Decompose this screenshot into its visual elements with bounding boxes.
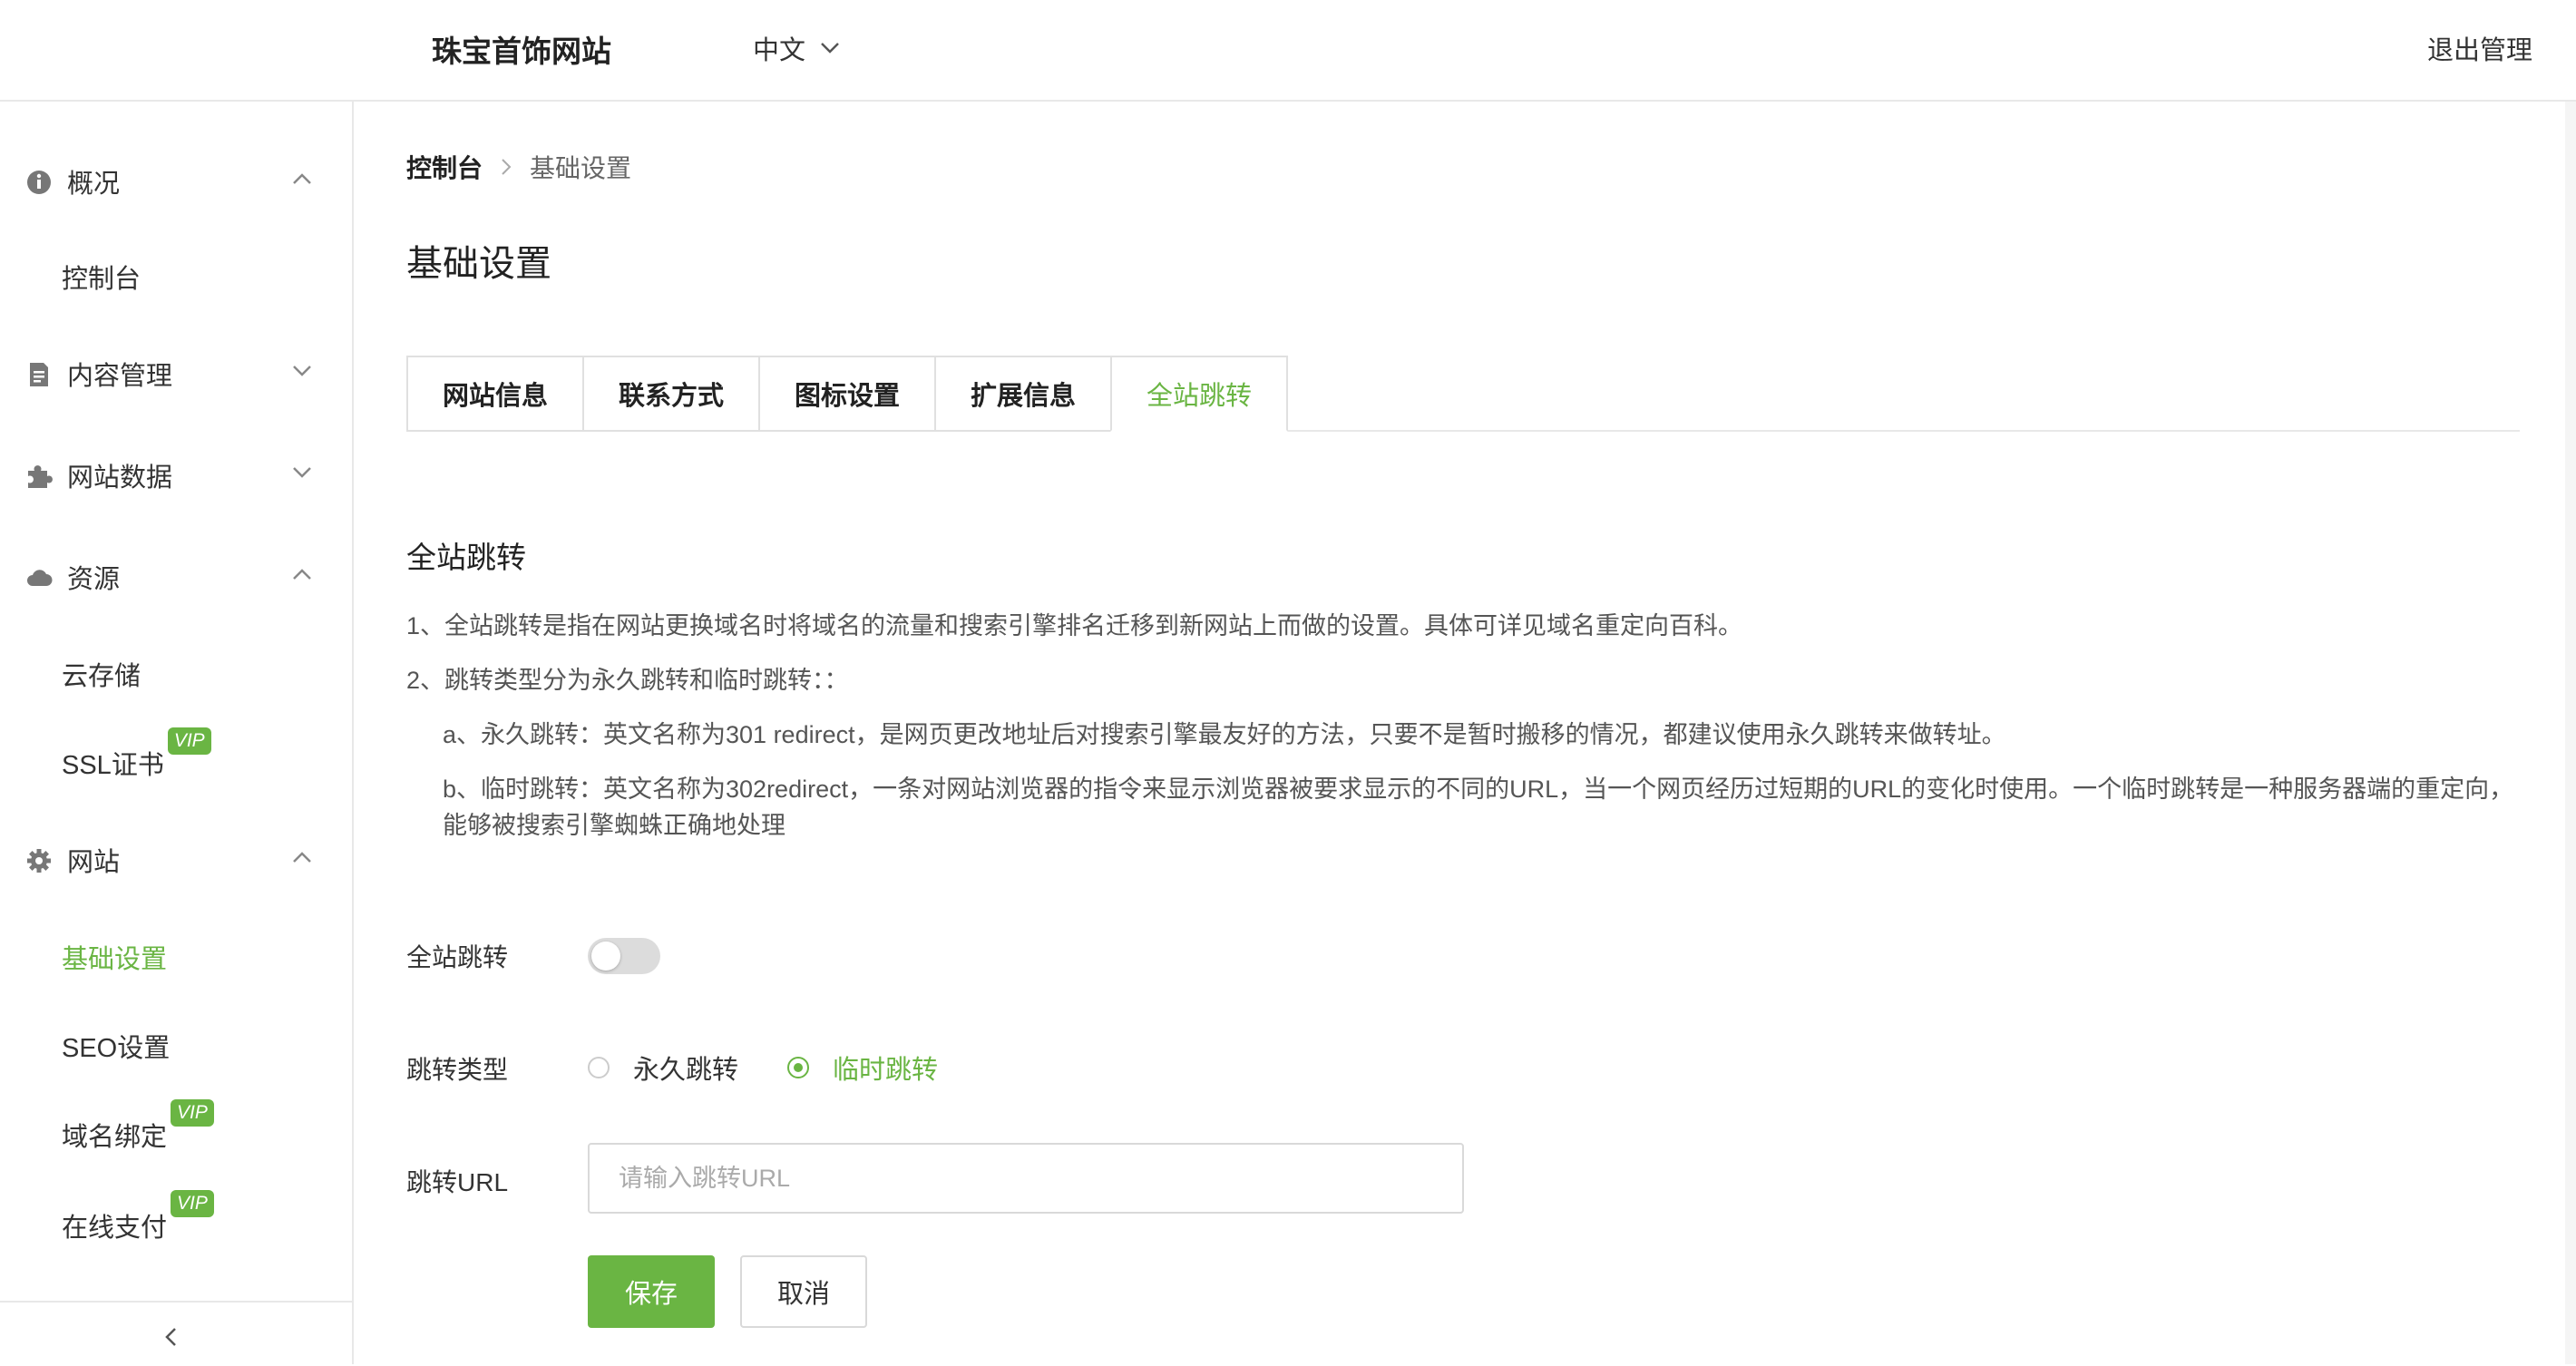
radio-label: 永久跳转 [633,1056,739,1085]
sidebar-item-label: 域名绑定 [62,1123,168,1152]
breadcrumb-current: 基础设置 [530,154,632,182]
redirect-toggle-label: 全站跳转 [406,943,509,971]
sidebar-group-label: 概况 [67,170,121,199]
chevron-left-icon [165,1328,176,1346]
language-selector[interactable]: 中文 [753,29,840,67]
sidebar-group-overview[interactable]: 概况 [0,154,352,209]
vip-badge: VIP [171,1099,214,1127]
sidebar-item-ssl[interactable]: SSL证书 VIP [62,727,211,782]
sidebar-group-website[interactable]: 网站 [0,833,352,887]
sidebar-group-site-data[interactable]: 网站数据 [0,448,352,502]
sidebar-group-resources[interactable]: 资源 [0,550,352,604]
redirect-url-input[interactable] [588,1143,1464,1214]
sidebar: 概况 控制台 内容管理 网站数据 资源 云存储 SSL证书 VIP 网站 基础设… [0,102,354,1364]
breadcrumb: 控制台 基础设置 [406,149,631,185]
description-line: b、临时跳转：英文名称为302redirect，一条对网站浏览器的指令来显示浏览… [443,776,2514,839]
sidebar-collapse-button[interactable] [0,1301,352,1366]
toggle-knob [591,942,620,971]
sidebar-item-payment[interactable]: 在线支付 VIP [62,1190,214,1244]
tab-contact[interactable]: 联系方式 [582,356,758,432]
vip-badge: VIP [167,727,211,755]
section-title: 全站跳转 [406,541,526,574]
page-scrollbar[interactable] [2565,102,2576,1364]
chevron-up-icon [293,173,311,184]
redirect-url-label: 跳转URL [406,1168,509,1196]
description-line: 2、跳转类型分为永久跳转和临时跳转：： [406,667,849,694]
radio-circle [787,1057,809,1078]
sidebar-item-label: 在线支付 [62,1214,168,1243]
page-title: 基础设置 [406,244,551,284]
settings-tabs: 网站信息 联系方式 图标设置 扩展信息 全站跳转 [406,356,1288,432]
cloud-icon [27,570,53,586]
chevron-down-icon [293,467,311,478]
sidebar-group-content[interactable]: 内容管理 [0,346,352,401]
info-icon [27,171,51,194]
radio-temporary[interactable]: 临时跳转 [787,1049,938,1087]
redirect-toggle[interactable] [588,938,660,974]
gear-icon [27,849,51,873]
radio-permanent[interactable]: 永久跳转 [588,1049,738,1087]
vip-badge: VIP [171,1190,214,1217]
chevron-up-icon [293,569,311,580]
sidebar-group-label: 资源 [67,565,121,594]
site-title: 珠宝首饰网站 [432,34,611,68]
language-label: 中文 [753,36,806,65]
sidebar-item-console[interactable]: 控制台 [62,258,141,296]
chevron-right-icon [502,159,512,175]
radio-circle [588,1057,610,1078]
tab-site-redirect[interactable]: 全站跳转 [1110,356,1288,432]
sidebar-item-seo[interactable]: SEO设置 [62,1027,170,1065]
sidebar-item-cloud-storage[interactable]: 云存储 [62,655,141,693]
sidebar-item-basic-settings[interactable]: 基础设置 [62,938,167,976]
logout-link[interactable]: 退出管理 [2427,29,2532,67]
cancel-button[interactable]: 取消 [740,1255,867,1328]
sidebar-group-label: 内容管理 [67,362,173,391]
radio-label: 临时跳转 [833,1056,939,1085]
redirect-type-label: 跳转类型 [406,1056,509,1084]
document-icon [30,363,48,386]
breadcrumb-home[interactable]: 控制台 [406,149,483,185]
sidebar-group-label: 网站数据 [67,463,173,493]
save-button[interactable]: 保存 [588,1255,715,1328]
description-line: a、永久跳转：英文名称为301 redirect，是网页更改地址后对搜索引擎最友… [443,721,2006,748]
puzzle-icon [28,465,53,488]
sidebar-group-label: 网站 [67,848,121,877]
top-header: 珠宝首饰网站 中文 退出管理 [0,0,2576,102]
chevron-up-icon [293,852,311,863]
tab-extended-info[interactable]: 扩展信息 [934,356,1110,432]
tab-icon-settings[interactable]: 图标设置 [758,356,934,432]
chevron-down-icon [293,366,311,376]
description-line: 1、全站跳转是指在网站更换域名时将域名的流量和搜索引擎排名迁移到新网站上而做的设… [406,612,1743,639]
chevron-down-icon [821,43,839,54]
sidebar-item-label: SSL证书 [62,751,164,780]
tab-site-info[interactable]: 网站信息 [406,356,582,432]
sidebar-item-domain[interactable]: 域名绑定 VIP [62,1099,214,1154]
